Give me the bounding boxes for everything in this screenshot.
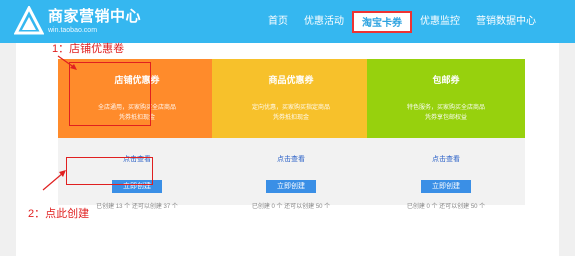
annotation-step2: 2：点此创建 [28,208,90,220]
